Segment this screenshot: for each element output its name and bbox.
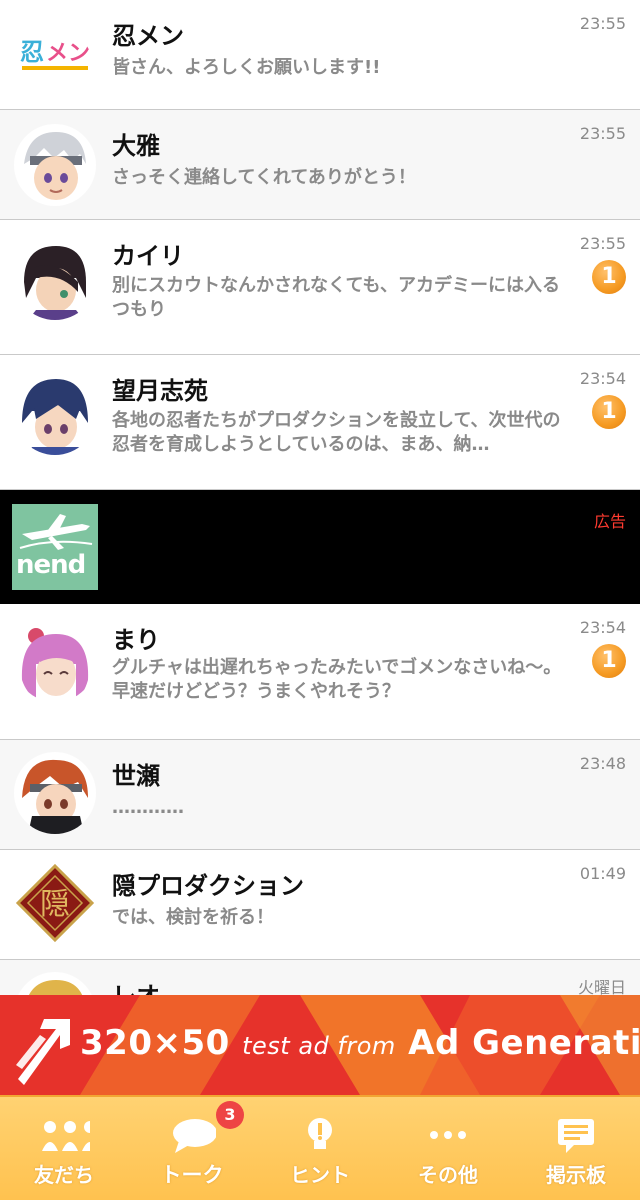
svg-text:メン: メン: [46, 41, 90, 66]
mochizuki-avatar: [14, 373, 96, 455]
taiga-avatar: [14, 124, 96, 206]
more-dots-icon: [430, 1131, 466, 1139]
chat-name: 忍メン: [112, 22, 184, 50]
chat-message: では、検討を祈る！: [112, 907, 274, 928]
board-icon: [558, 1119, 594, 1153]
chat-message: 別にスカウトなんかされなくても、アカデミーには入るつもり: [112, 275, 561, 320]
ad-label: 広告: [593, 512, 626, 531]
tab-friends[interactable]: 友だち: [0, 1097, 128, 1202]
chat-message: 各地の忍者たちがプロダクションを設立して、次世代の忍者を育成しようとしているのは…: [112, 410, 561, 455]
tab-board[interactable]: 掲示板: [512, 1097, 640, 1202]
nend-logo-text: nend: [16, 550, 86, 580]
tab-label: ヒント: [290, 1163, 350, 1187]
svg-text:隠: 隠: [40, 887, 70, 922]
tab-label: トーク: [160, 1163, 224, 1187]
chat-message: さっそく連絡してくれてありがとう！: [112, 167, 416, 188]
banner-middle: test ad from: [242, 1032, 396, 1060]
chat-row-mochizuki[interactable]: 望月志苑 各地の忍者たちがプロダクションを設立して、次世代の忍者を育成しようとし…: [0, 355, 640, 490]
chat-row-kakure[interactable]: 隠 隠プロダクション では、検討を祈る！ 01:49: [0, 850, 640, 960]
banner-text: 320×50 test ad from Ad Generation: [80, 1023, 640, 1063]
chat-name: 望月志苑: [112, 377, 208, 405]
tab-label: 友だち: [34, 1163, 94, 1187]
chat-time: 23:54: [579, 369, 626, 388]
chat-time: 23:55: [579, 14, 626, 33]
chat-row-seze[interactable]: 世瀬 ………… 23:48: [0, 740, 640, 850]
hint-bulb-icon: [308, 1118, 332, 1149]
chat-row-mari[interactable]: まり グルチャは出遅れちゃったみたいでゴメンなさいね〜。早速だけどどう？うまくや…: [0, 604, 640, 740]
unread-badge: 1: [592, 395, 626, 429]
chat-message: 皆さん、よろしくお願いします!!: [112, 57, 381, 78]
chat-time: 23:54: [579, 618, 626, 637]
tab-label: 掲示板: [546, 1163, 606, 1187]
kairi-avatar: [14, 238, 96, 320]
chat-row-kairi[interactable]: カイリ 別にスカウトなんかされなくても、アカデミーには入るつもり 23:55 1: [0, 220, 640, 355]
unread-badge: 1: [592, 260, 626, 294]
banner-size: 320×50: [80, 1023, 230, 1063]
chat-name: まり: [112, 626, 160, 654]
friends-icon: [42, 1121, 90, 1151]
talk-unread-badge: 3: [216, 1101, 244, 1129]
tab-hint[interactable]: ヒント: [256, 1097, 384, 1202]
chat-name: 大雅: [112, 132, 160, 160]
chat-name: カイリ: [112, 242, 184, 270]
chat-message: グルチャは出遅れちゃったみたいでゴメンなさいね〜。早速だけどどう？うまくやれそう…: [112, 657, 562, 702]
shinomen-logo-icon: 忍 メン: [14, 12, 96, 94]
chat-time: 23:48: [579, 754, 626, 773]
talk-bubble-icon: [173, 1119, 216, 1153]
chat-time: 23:55: [579, 124, 626, 143]
chat-time: 01:49: [579, 864, 626, 883]
banner-brand: Ad Generation: [408, 1023, 640, 1063]
chat-name: 世瀬: [112, 762, 160, 790]
seze-avatar: [14, 752, 96, 834]
tab-label: その他: [418, 1163, 478, 1187]
native-ad-row[interactable]: nend 広告: [0, 490, 640, 604]
unread-badge: 1: [592, 644, 626, 678]
tab-more[interactable]: その他: [384, 1097, 512, 1202]
chat-name: 隠プロダクション: [112, 872, 304, 900]
chat-time: 23:55: [579, 234, 626, 253]
nend-logo: nend: [12, 504, 98, 590]
mari-avatar: [14, 620, 96, 702]
tab-bar: 友だち トーク ヒント その他 掲示板: [0, 1095, 640, 1200]
kakure-emblem-icon: 隠: [14, 862, 96, 944]
chat-row-taiga[interactable]: 大雅 さっそく連絡してくれてありがとう！ 23:55: [0, 110, 640, 220]
chat-message: …………: [112, 797, 184, 818]
chat-row-shinomen[interactable]: 忍 メン 忍メン 皆さん、よろしくお願いします!! 23:55: [0, 0, 640, 110]
svg-text:忍: 忍: [20, 38, 44, 66]
ad-banner[interactable]: 320×50 test ad from Ad Generation: [0, 995, 640, 1095]
